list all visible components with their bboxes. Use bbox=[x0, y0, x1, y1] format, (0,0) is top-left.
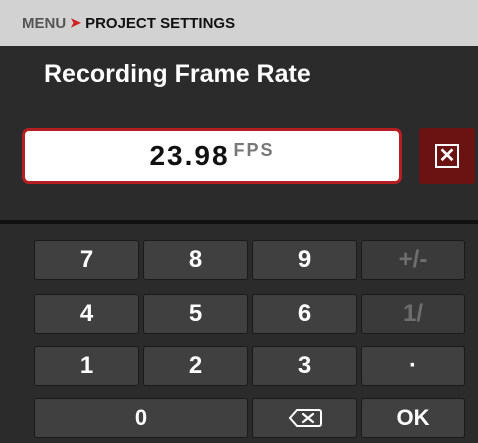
key-5[interactable]: 5 bbox=[143, 294, 248, 334]
key-4[interactable]: 4 bbox=[34, 294, 139, 334]
key-9[interactable]: 9 bbox=[252, 240, 357, 280]
key-7[interactable]: 7 bbox=[34, 240, 139, 280]
breadcrumb-separator-icon: ➤ bbox=[70, 15, 82, 30]
frame-rate-value: 23.98 bbox=[149, 140, 230, 171]
breadcrumb-menu[interactable]: MENU bbox=[22, 15, 66, 32]
frame-rate-input[interactable]: 23.98 FPS bbox=[22, 128, 402, 184]
page-title: Recording Frame Rate bbox=[44, 60, 311, 88]
key-3[interactable]: 3 bbox=[252, 346, 357, 386]
key-2[interactable]: 2 bbox=[143, 346, 248, 386]
backspace-icon bbox=[288, 409, 322, 427]
key-plus-minus[interactable]: +/- bbox=[361, 240, 465, 280]
key-reciprocal[interactable]: 1/ bbox=[361, 294, 465, 334]
breadcrumb: MENU ➤ PROJECT SETTINGS bbox=[0, 0, 478, 46]
ok-button[interactable]: OK bbox=[361, 398, 465, 438]
clear-glyph: ✕ bbox=[438, 145, 456, 167]
key-1[interactable]: 1 bbox=[34, 346, 139, 386]
key-0[interactable]: 0 bbox=[34, 398, 248, 438]
key-6[interactable]: 6 bbox=[252, 294, 357, 334]
clear-box-icon: ✕ bbox=[435, 144, 459, 168]
key-8[interactable]: 8 bbox=[143, 240, 248, 280]
key-decimal[interactable]: · bbox=[361, 346, 465, 386]
numeric-keypad: 7 8 9 +/- 4 5 6 1/ 1 2 3 · 0 OK bbox=[0, 224, 478, 443]
frame-rate-unit: FPS bbox=[233, 139, 275, 160]
backspace-button[interactable] bbox=[252, 398, 357, 438]
breadcrumb-current: PROJECT SETTINGS bbox=[85, 14, 236, 32]
clear-button[interactable]: ✕ bbox=[419, 128, 475, 184]
